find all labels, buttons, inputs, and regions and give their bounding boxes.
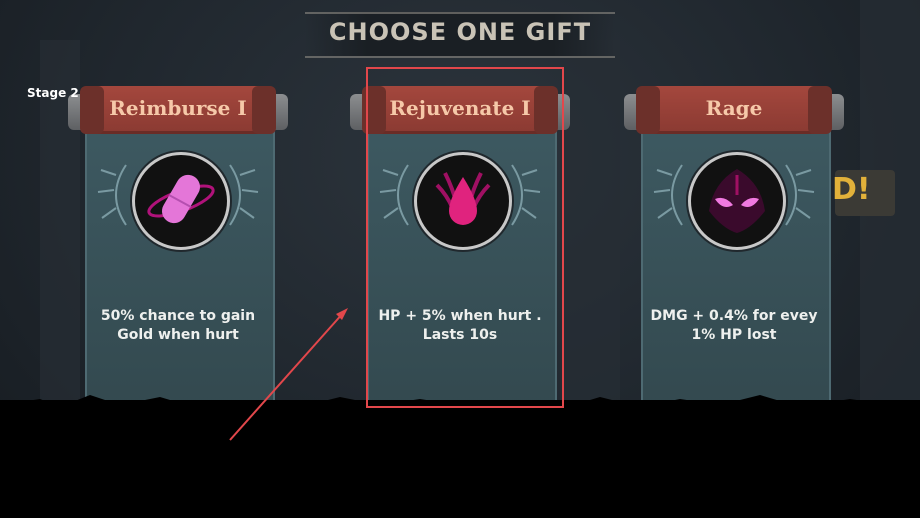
annotation-arrow-icon	[229, 308, 348, 441]
